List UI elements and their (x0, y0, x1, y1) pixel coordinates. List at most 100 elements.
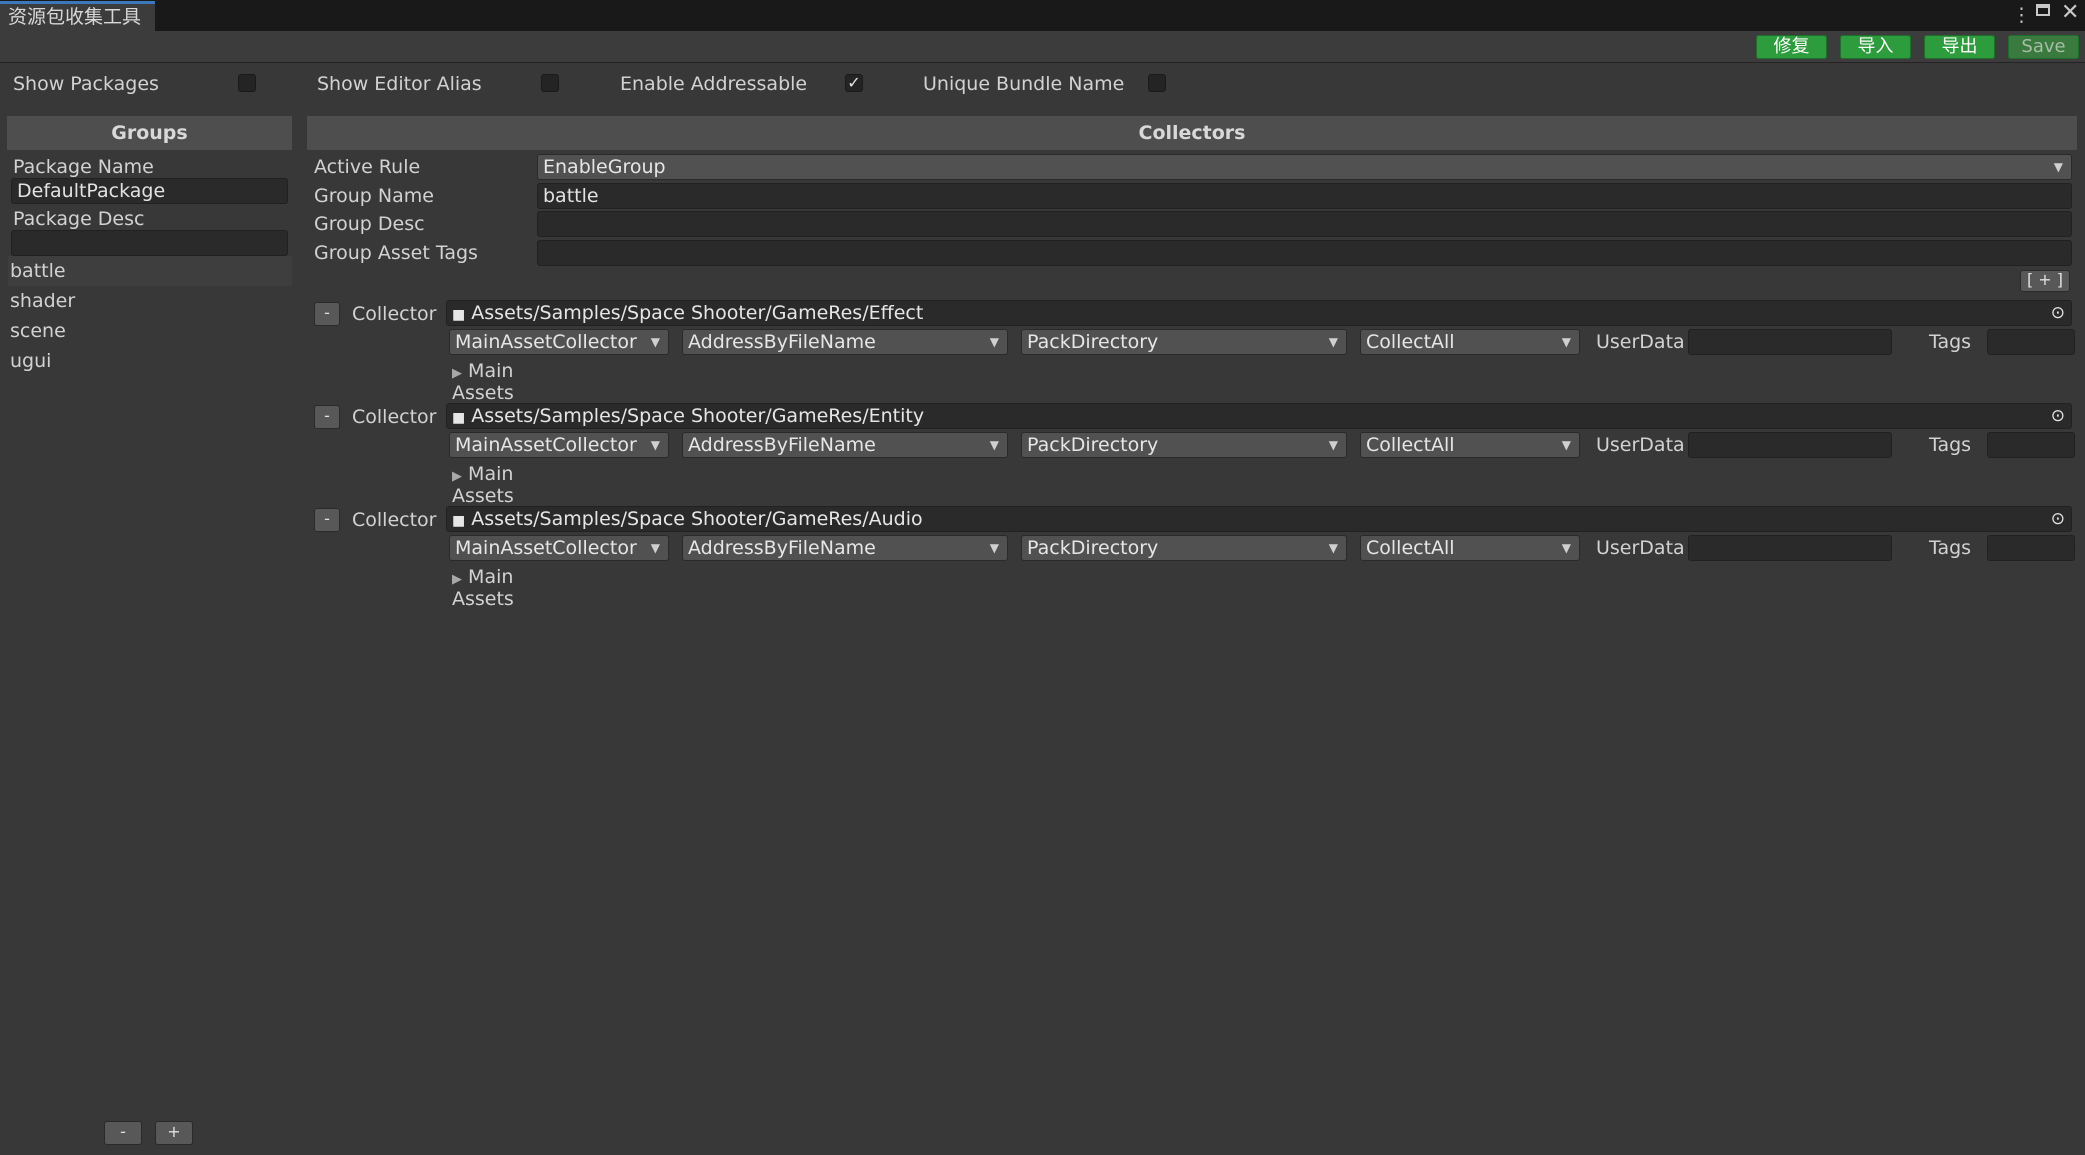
caret-right-icon: ▶ (452, 366, 462, 381)
caret-right-icon: ▶ (452, 572, 462, 587)
group-name-field[interactable]: battle (537, 183, 2072, 209)
save-button[interactable]: Save (2008, 35, 2079, 59)
tags-field[interactable] (1987, 329, 2075, 355)
group-desc-field[interactable] (537, 211, 2072, 237)
package-name-field[interactable]: DefaultPackage (11, 178, 288, 204)
chevron-down-icon: ▼ (650, 438, 660, 452)
active-rule-dropdown[interactable]: EnableGroup ▼ (537, 154, 2072, 180)
chevron-down-icon: ▼ (989, 541, 999, 555)
collector-path: Assets/Samples/Space Shooter/GameRes/Eff… (471, 302, 924, 324)
group-item-battle[interactable]: battle (8, 256, 292, 286)
address-rule-dropdown[interactable]: AddressByFileName ▼ (682, 432, 1008, 458)
chevron-down-icon: ▼ (989, 438, 999, 452)
collector-type-value: MainAssetCollector (455, 434, 637, 456)
address-rule-dropdown[interactable]: AddressByFileName ▼ (682, 535, 1008, 561)
chevron-down-icon: ▼ (2053, 160, 2063, 174)
group-item-ugui[interactable]: ugui (8, 346, 292, 376)
main-assets-foldout[interactable]: ▶ Main Assets (452, 360, 514, 404)
main-assets-label: Main Assets (452, 566, 514, 610)
check-icon: ✓ (847, 73, 861, 92)
filter-rule-dropdown[interactable]: CollectAll ▼ (1360, 329, 1580, 355)
userdata-label: UserData (1596, 434, 1685, 456)
show-packages-label: Show Packages (13, 73, 159, 95)
collector-type-value: MainAssetCollector (455, 331, 637, 353)
address-rule-value: AddressByFileName (688, 331, 876, 353)
tags-label: Tags (1929, 434, 1972, 456)
close-icon[interactable]: ✕ (2061, 0, 2079, 26)
object-picker-icon[interactable]: ⊙ (2051, 301, 2065, 325)
group-item-label: ugui (10, 350, 52, 372)
group-item-shader[interactable]: shader (8, 286, 292, 316)
tags-label: Tags (1929, 331, 1972, 353)
import-button[interactable]: 导入 (1840, 35, 1911, 59)
collector-type-dropdown[interactable]: MainAssetCollector ▼ (449, 432, 669, 458)
tags-label: Tags (1929, 537, 1972, 559)
userdata-field[interactable] (1688, 535, 1892, 561)
address-rule-value: AddressByFileName (688, 434, 876, 456)
filter-rule-value: CollectAll (1366, 434, 1455, 456)
chevron-down-icon: ▼ (1561, 438, 1571, 452)
collector-path: Assets/Samples/Space Shooter/GameRes/Ent… (471, 405, 925, 427)
chevron-down-icon: ▼ (650, 335, 660, 349)
userdata-field[interactable] (1688, 432, 1892, 458)
caret-right-icon: ▶ (452, 469, 462, 484)
collector-path-field[interactable]: ■ Assets/Samples/Space Shooter/GameRes/A… (446, 506, 2072, 532)
main-assets-label: Main Assets (452, 360, 514, 404)
window-tab[interactable]: 资源包收集工具 (0, 1, 155, 31)
group-item-scene[interactable]: scene (8, 316, 292, 346)
chevron-down-icon: ▼ (1328, 438, 1338, 452)
window-tab-title: 资源包收集工具 (8, 6, 142, 28)
chevron-down-icon: ▼ (1561, 541, 1571, 555)
filter-rule-dropdown[interactable]: CollectAll ▼ (1360, 432, 1580, 458)
address-rule-dropdown[interactable]: AddressByFileName ▼ (682, 329, 1008, 355)
tags-field[interactable] (1987, 535, 2075, 561)
pack-rule-value: PackDirectory (1027, 537, 1159, 559)
group-name-label: Group Name (314, 185, 434, 207)
show-packages-checkbox[interactable] (238, 74, 256, 92)
address-rule-value: AddressByFileName (688, 537, 876, 559)
enable-addressable-checkbox[interactable]: ✓ (845, 74, 863, 92)
collector-path-field[interactable]: ■ Assets/Samples/Space Shooter/GameRes/E… (446, 300, 2072, 326)
chevron-down-icon: ▼ (1328, 335, 1338, 349)
group-asset-tags-field[interactable] (537, 240, 2072, 266)
object-picker-icon[interactable]: ⊙ (2051, 404, 2065, 428)
groups-header: Groups (7, 116, 292, 150)
more-vert-icon[interactable]: ⋮ (2012, 2, 2031, 28)
collector-type-dropdown[interactable]: MainAssetCollector ▼ (449, 329, 669, 355)
object-picker-icon[interactable]: ⊙ (2051, 507, 2065, 531)
main-assets-label: Main Assets (452, 463, 514, 507)
main-assets-foldout[interactable]: ▶ Main Assets (452, 566, 514, 610)
tags-field[interactable] (1987, 432, 2075, 458)
maximize-icon[interactable] (2036, 4, 2050, 16)
group-item-label: battle (10, 260, 66, 282)
collectors-header: Collectors (307, 116, 2077, 150)
main-assets-foldout[interactable]: ▶ Main Assets (452, 463, 514, 507)
repair-button[interactable]: 修复 (1756, 35, 1827, 59)
group-item-label: shader (10, 290, 76, 312)
remove-collector-button[interactable]: - (314, 508, 340, 532)
collector-path: Assets/Samples/Space Shooter/GameRes/Aud… (471, 508, 923, 530)
package-name-label: Package Name (13, 156, 154, 178)
pack-rule-dropdown[interactable]: PackDirectory ▼ (1021, 432, 1347, 458)
collector-type-dropdown[interactable]: MainAssetCollector ▼ (449, 535, 669, 561)
show-editor-alias-label: Show Editor Alias (317, 73, 482, 95)
collector-path-field[interactable]: ■ Assets/Samples/Space Shooter/GameRes/E… (446, 403, 2072, 429)
package-desc-field[interactable] (11, 230, 288, 256)
unique-bundle-name-checkbox[interactable] (1148, 74, 1166, 92)
pack-rule-dropdown[interactable]: PackDirectory ▼ (1021, 535, 1347, 561)
pack-rule-dropdown[interactable]: PackDirectory ▼ (1021, 329, 1347, 355)
filter-rule-dropdown[interactable]: CollectAll ▼ (1360, 535, 1580, 561)
add-collector-button[interactable]: [ + ] (2020, 270, 2070, 292)
group-desc-label: Group Desc (314, 213, 425, 235)
show-editor-alias-checkbox[interactable] (541, 74, 559, 92)
add-group-button[interactable]: + (155, 1121, 193, 1145)
userdata-field[interactable] (1688, 329, 1892, 355)
unique-bundle-name-label: Unique Bundle Name (923, 73, 1125, 95)
export-button[interactable]: 导出 (1924, 35, 1995, 59)
folder-icon: ■ (452, 307, 466, 323)
userdata-label: UserData (1596, 537, 1685, 559)
chevron-down-icon: ▼ (1328, 541, 1338, 555)
remove-collector-button[interactable]: - (314, 302, 340, 326)
remove-collector-button[interactable]: - (314, 405, 340, 429)
remove-group-button[interactable]: - (104, 1121, 142, 1145)
